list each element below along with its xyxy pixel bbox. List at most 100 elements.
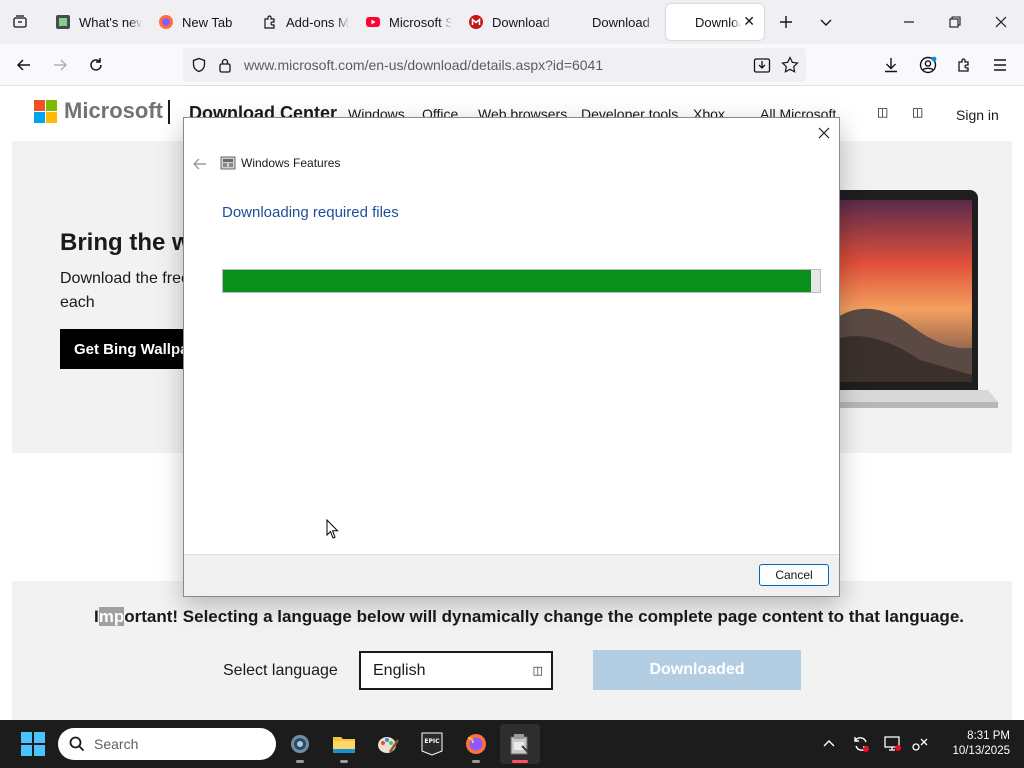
restore-button[interactable] bbox=[941, 8, 969, 36]
display-status-button[interactable] bbox=[881, 732, 905, 756]
tab-label: Microsoft S bbox=[389, 14, 452, 30]
extensions-button[interactable] bbox=[950, 51, 978, 79]
language-select[interactable]: English ◫ bbox=[359, 651, 553, 690]
running-indicator bbox=[512, 760, 528, 763]
running-indicator bbox=[472, 760, 480, 763]
tab-add-ons[interactable]: Add-ons M bbox=[254, 4, 349, 40]
dialog-footer: Cancel bbox=[184, 554, 839, 596]
network-volume-button[interactable] bbox=[908, 732, 932, 756]
clock-date: 10/13/2025 bbox=[952, 745, 1010, 757]
close-tab-icon[interactable]: ✕ bbox=[743, 13, 755, 30]
windows-features-dialog: Windows Features Downloading required fi… bbox=[183, 117, 840, 597]
list-tabs-button[interactable] bbox=[812, 8, 840, 36]
downloads-button[interactable] bbox=[877, 51, 905, 79]
settings-app[interactable] bbox=[280, 724, 320, 764]
firefox-icon bbox=[158, 14, 174, 30]
epic-games-app[interactable]: EPIC bbox=[412, 724, 452, 764]
hero-title: Bring the w bbox=[60, 229, 191, 256]
paint-app[interactable] bbox=[368, 724, 408, 764]
back-button[interactable] bbox=[10, 51, 38, 79]
windows-features-icon bbox=[220, 155, 236, 171]
app-menu-button[interactable] bbox=[986, 51, 1014, 79]
search-icon bbox=[69, 736, 85, 752]
restore-icon bbox=[949, 16, 961, 28]
notice-text: ortant! Selecting a language below will … bbox=[124, 607, 964, 626]
lock-icon[interactable] bbox=[218, 57, 232, 73]
arrow-left-icon bbox=[16, 59, 30, 71]
selected-text: mp bbox=[98, 607, 125, 626]
installer-app[interactable] bbox=[500, 724, 540, 764]
sign-in-link[interactable]: Sign in bbox=[956, 107, 999, 123]
download-arrow-icon bbox=[885, 58, 897, 73]
clock-time: 8:31 PM bbox=[967, 730, 1010, 742]
svg-text:EPIC: EPIC bbox=[424, 738, 440, 745]
cancel-button[interactable]: Cancel bbox=[759, 564, 829, 586]
reload-button[interactable] bbox=[82, 51, 110, 79]
reload-icon bbox=[90, 58, 102, 71]
mouse-cursor-icon bbox=[326, 519, 339, 539]
search-site-icon[interactable]: ◫ bbox=[877, 105, 888, 119]
tab-label: Download bbox=[492, 14, 550, 30]
firefox-icon bbox=[466, 734, 486, 754]
search-placeholder: Search bbox=[94, 736, 139, 752]
tracking-protection-icon[interactable] bbox=[191, 57, 207, 73]
hamburger-menu-icon bbox=[994, 59, 1006, 71]
tab-bar: What's new New Tab Add-ons M Microsoft S… bbox=[0, 0, 1024, 44]
system-clock[interactable]: 8:31 PM 10/13/2025 bbox=[940, 729, 1010, 759]
forward-button[interactable] bbox=[46, 51, 74, 79]
tab-download-mcafee[interactable]: Download bbox=[460, 4, 555, 40]
tab-downloa-active[interactable]: Downloa ✕ bbox=[666, 4, 764, 40]
puzzle-icon bbox=[958, 58, 969, 72]
close-window-button[interactable] bbox=[987, 8, 1015, 36]
update-status-button[interactable] bbox=[849, 732, 873, 756]
url-bar[interactable]: www.microsoft.com/en-us/download/details… bbox=[183, 48, 806, 82]
dialog-title: Windows Features bbox=[241, 156, 341, 170]
tab-new-tab[interactable]: New Tab bbox=[150, 4, 248, 40]
tab-label: What's new bbox=[79, 14, 142, 30]
close-icon bbox=[818, 127, 830, 139]
settings-icon bbox=[291, 735, 309, 753]
tab-label: New Tab bbox=[182, 14, 233, 30]
account-button[interactable] bbox=[914, 51, 942, 79]
file-explorer-icon bbox=[333, 737, 355, 753]
tab-whats-new[interactable]: What's new bbox=[47, 4, 142, 40]
account-icon bbox=[919, 56, 937, 74]
minimize-button[interactable] bbox=[895, 8, 923, 36]
taskbar-search-box[interactable]: Search bbox=[58, 728, 276, 760]
microsoft-logo[interactable] bbox=[34, 100, 58, 124]
chevron-up-icon bbox=[823, 740, 835, 747]
download-button[interactable]: Downloaded bbox=[593, 650, 801, 690]
installer-icon bbox=[510, 734, 529, 755]
monitor-icon bbox=[884, 736, 901, 751]
sync-icon bbox=[854, 737, 869, 752]
tab-overview-button[interactable] bbox=[6, 8, 34, 36]
no-network-icon bbox=[912, 738, 928, 751]
language-select-value: English bbox=[373, 662, 426, 679]
puzzle-icon bbox=[262, 14, 278, 30]
tab-microsoft-s[interactable]: Microsoft S bbox=[357, 4, 452, 40]
chevron-down-icon bbox=[820, 19, 832, 26]
mcafee-icon bbox=[468, 14, 484, 30]
start-button[interactable] bbox=[21, 732, 45, 756]
microsoft-wordmark[interactable]: Microsoft bbox=[64, 98, 163, 124]
show-hidden-icons-button[interactable] bbox=[817, 732, 841, 756]
dialog-back-button[interactable] bbox=[190, 154, 210, 174]
firefox-app[interactable] bbox=[456, 724, 496, 764]
close-icon bbox=[995, 16, 1007, 28]
download-progress-bar bbox=[222, 269, 821, 293]
bookmark-star-icon[interactable] bbox=[781, 56, 799, 74]
page-action-download-icon[interactable] bbox=[753, 56, 771, 74]
cart-icon[interactable]: ◫ bbox=[912, 105, 923, 119]
youtube-icon bbox=[365, 14, 381, 30]
running-indicator bbox=[340, 760, 348, 763]
new-tab-button[interactable] bbox=[772, 8, 800, 36]
arrow-left-icon bbox=[193, 158, 206, 170]
file-explorer-app[interactable] bbox=[324, 724, 364, 764]
paint-icon bbox=[378, 737, 400, 753]
notepad-app-icon bbox=[55, 14, 71, 30]
tab-label: Download bbox=[592, 14, 650, 30]
url-text[interactable]: www.microsoft.com/en-us/download/details… bbox=[244, 57, 603, 73]
progress-fill bbox=[223, 270, 812, 292]
tab-download[interactable]: Download bbox=[584, 4, 656, 40]
dialog-close-button[interactable] bbox=[813, 122, 835, 144]
